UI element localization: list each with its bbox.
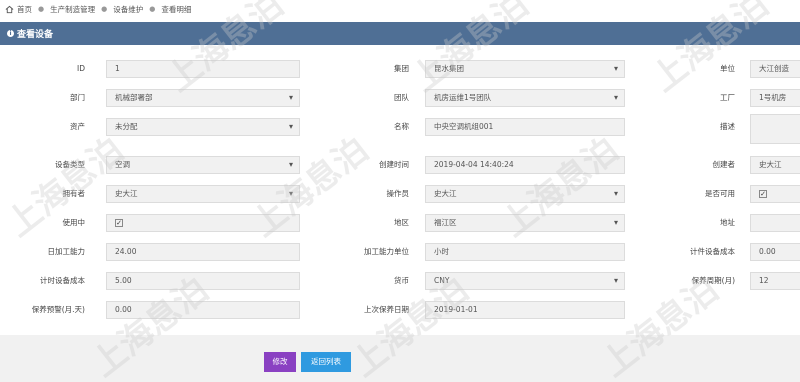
capacity-unit-label: 加工能力单位	[364, 247, 409, 256]
panel-title: 查看设备	[17, 30, 54, 40]
currency-label: 货币	[394, 276, 409, 285]
last-maintenance-field[interactable]: 2019-01-01	[425, 301, 625, 319]
edit-button[interactable]: 修改	[264, 352, 296, 372]
info-icon: i	[7, 30, 14, 37]
group-select[interactable]: 昆水集团	[425, 60, 625, 78]
creator-label: 创建者	[712, 160, 736, 169]
breadcrumb-production[interactable]: 生产制造管理	[50, 4, 95, 15]
breadcrumb-separator: ●	[38, 5, 45, 13]
description-label: 描述	[720, 122, 735, 131]
piece-cost-field[interactable]: 0.00	[750, 243, 800, 261]
group-label: 集团	[394, 64, 409, 73]
panel-header: i 查看设备	[0, 22, 800, 45]
department-label: 部门	[70, 93, 85, 102]
in-use-checkbox[interactable]: ✓	[115, 219, 123, 227]
operator-select[interactable]: 史大江	[425, 185, 625, 203]
created-time-label: 创建时间	[379, 160, 409, 169]
time-cost-label: 计时设备成本	[40, 276, 85, 285]
available-label: 是否可用	[705, 189, 735, 198]
created-time-field: 2019-04-04 14:40:24	[425, 156, 625, 174]
equipment-type-select[interactable]: 空调	[106, 156, 300, 174]
owner-label: 拥有者	[62, 189, 86, 198]
name-field[interactable]: 中央空调机组001	[425, 118, 625, 136]
in-use-field: ✓	[106, 214, 300, 232]
maintenance-warning-field[interactable]: 0.00	[106, 301, 300, 319]
region-select[interactable]: 福江区	[425, 214, 625, 232]
address-field[interactable]	[750, 214, 800, 232]
breadcrumb: 首页 ● 生产制造管理 ● 设备维护 ● 查看明细	[5, 3, 191, 15]
capacity-unit-field[interactable]: 小时	[425, 243, 625, 261]
breadcrumb-separator: ●	[149, 5, 156, 13]
home-icon[interactable]	[5, 5, 14, 14]
creator-field: 史大江	[750, 156, 800, 174]
daily-capacity-field[interactable]: 24.00	[106, 243, 300, 261]
in-use-label: 使用中	[62, 218, 86, 227]
maintenance-warning-label: 保养预警(月.天)	[31, 305, 85, 314]
team-select[interactable]: 机房运维1号团队	[425, 89, 625, 107]
owner-select[interactable]: 史大江	[106, 185, 300, 203]
asset-label: 资产	[70, 122, 85, 131]
factory-field[interactable]: 1号机房	[750, 89, 800, 107]
breadcrumb-separator: ●	[101, 5, 108, 13]
asset-select[interactable]: 未分配	[106, 118, 300, 136]
currency-select[interactable]: CNY	[425, 272, 625, 290]
factory-label: 工厂	[720, 93, 735, 102]
region-label: 地区	[394, 218, 409, 227]
equipment-type-label: 设备类型	[55, 160, 85, 169]
id-field: 1	[106, 60, 300, 78]
operator-label: 操作员	[386, 189, 410, 198]
breadcrumb-current: 查看明细	[161, 4, 192, 14]
department-select[interactable]: 机械部署部	[106, 89, 300, 107]
breadcrumb-home[interactable]: 首页	[17, 4, 32, 15]
back-to-list-button[interactable]: 返回列表	[301, 352, 351, 372]
footer-bar	[0, 335, 800, 382]
last-maintenance-label: 上次保养日期	[364, 305, 409, 314]
team-label: 团队	[394, 93, 409, 102]
piece-cost-label: 计件设备成本	[690, 247, 735, 256]
name-label: 名称	[394, 122, 409, 131]
maintenance-cycle-label: 保养周期(月)	[691, 276, 735, 285]
maintenance-cycle-field[interactable]: 12	[750, 272, 800, 290]
description-textarea[interactable]	[750, 114, 800, 144]
id-label: ID	[77, 64, 85, 73]
available-field: ✓	[750, 185, 800, 203]
address-label: 地址	[720, 218, 735, 227]
unit-label: 单位	[720, 64, 735, 73]
breadcrumb-maintenance[interactable]: 设备维护	[113, 4, 143, 15]
unit-field[interactable]: 大江创造	[750, 60, 800, 78]
available-checkbox[interactable]: ✓	[759, 190, 767, 198]
time-cost-field[interactable]: 5.00	[106, 272, 300, 290]
daily-capacity-label: 日加工能力	[47, 247, 86, 256]
